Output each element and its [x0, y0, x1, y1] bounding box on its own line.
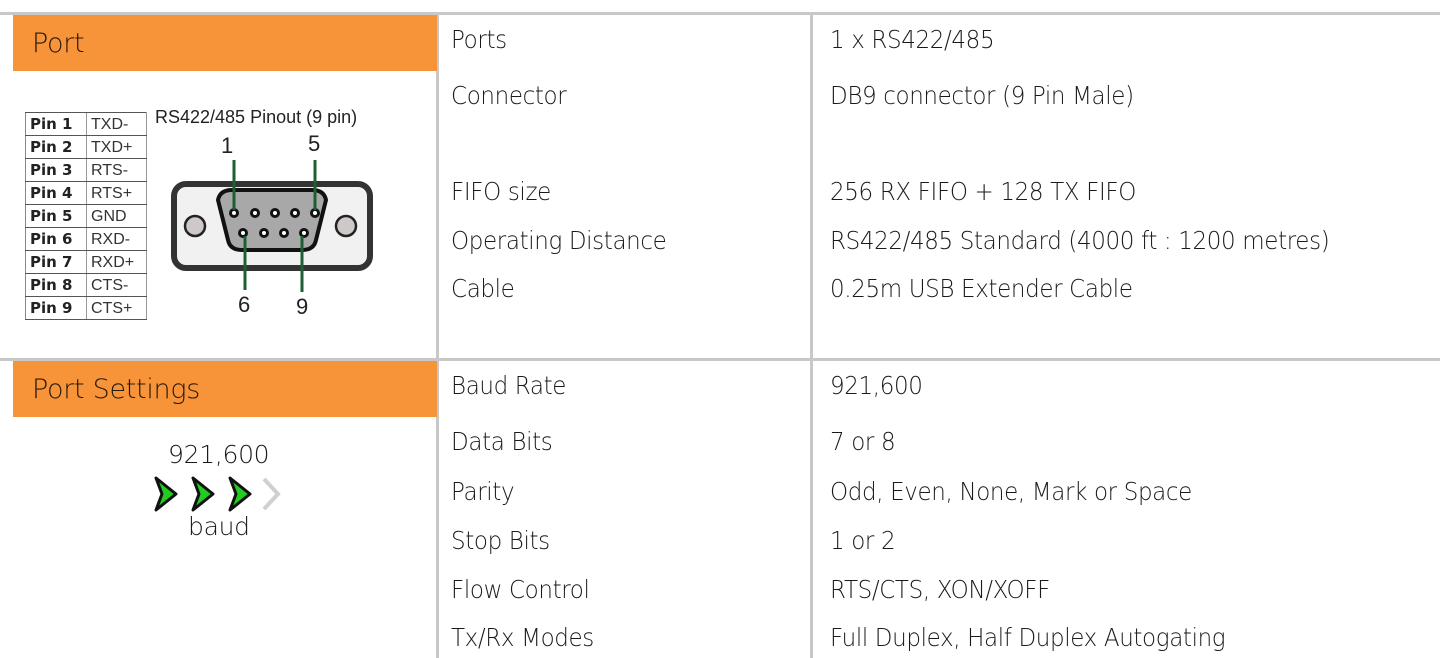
- pin-row: Pin 4 RTS+: [25, 181, 147, 205]
- spec-value: 921,600: [830, 371, 923, 400]
- spec-label: Tx/Rx Modes: [451, 623, 594, 652]
- pin-number: Pin 8: [25, 273, 87, 297]
- spec-value: 256 RX FIFO + 128 TX FIFO: [830, 177, 1136, 206]
- spec-label: Flow Control: [451, 575, 590, 604]
- chevron-active-icon: [154, 476, 178, 512]
- spec-label: Data Bits: [451, 427, 553, 456]
- pin-signal: CTS-: [86, 273, 147, 297]
- chevron-active-icon: [191, 476, 215, 512]
- pin-label-5: 5: [308, 131, 321, 156]
- pin-table: Pin 1 TXD- Pin 2 TXD+ Pin 3 RTS- Pin 4 RTS+ Pin …: [25, 112, 147, 320]
- chevron-active-icon: [228, 476, 252, 512]
- spec-value: 1 or 2: [830, 526, 896, 555]
- pin-signal: RXD-: [86, 227, 147, 251]
- spec-value: 1 x RS422/485: [830, 25, 995, 54]
- pin-row: Pin 6 RXD-: [25, 227, 147, 251]
- pin-number: Pin 3: [25, 158, 87, 182]
- pin-wire-extensions: [243, 270, 304, 292]
- section-header-port: Port: [13, 15, 437, 71]
- pin-row: Pin 5 GND: [25, 204, 147, 228]
- column-divider-right: [810, 12, 813, 658]
- pin-number: Pin 1: [25, 112, 87, 136]
- spec-label: Operating Distance: [451, 226, 667, 255]
- spec-value: DB9 connector (9 Pin Male): [830, 81, 1134, 110]
- pin-row: Pin 3 RTS-: [25, 158, 147, 182]
- spec-label: Stop Bits: [451, 526, 550, 555]
- pin-number: Pin 4: [25, 181, 87, 205]
- spec-value: Full Duplex, Half Duplex Autogating: [830, 623, 1226, 652]
- pin-row: Pin 1 TXD-: [25, 112, 147, 136]
- column-divider-left: [436, 12, 439, 658]
- spec-value: Odd, Even, None, Mark or Space: [830, 477, 1192, 506]
- pin-number: Pin 2: [25, 135, 87, 159]
- pin-signal: TXD+: [86, 135, 147, 159]
- spec-value: 7 or 8: [830, 427, 896, 456]
- spec-value: RS422/485 Standard (4000 ft : 1200 metre…: [830, 226, 1330, 255]
- spec-label: Ports: [451, 25, 507, 54]
- pin-row: Pin 8 CTS-: [25, 273, 147, 297]
- pin-label-1: 1: [221, 133, 234, 158]
- section-header-port-settings: Port Settings: [13, 361, 437, 417]
- pin-row: Pin 2 TXD+: [25, 135, 147, 159]
- pin-number: Pin 5: [25, 204, 87, 228]
- pin-number: Pin 6: [25, 227, 87, 251]
- pin-label-6: 6: [238, 292, 251, 317]
- pin-signal: GND: [86, 204, 147, 228]
- baud-unit: baud: [188, 512, 250, 541]
- pin-signal: RTS-: [86, 158, 147, 182]
- pin-label-9: 9: [296, 294, 309, 319]
- spec-label: Baud Rate: [451, 371, 567, 400]
- pin-number: Pin 9: [25, 296, 87, 320]
- db9-connector-icon: [171, 160, 373, 272]
- spec-value: 0.25m USB Extender Cable: [830, 274, 1133, 303]
- chevron-inactive-icon: [262, 477, 281, 511]
- spec-label: Cable: [451, 274, 515, 303]
- pin-signal: RXD+: [86, 250, 147, 274]
- speed-chevrons: [154, 476, 281, 512]
- spec-label: FIFO size: [451, 177, 551, 206]
- pin-signal: TXD-: [86, 112, 147, 136]
- baud-value: 921,600: [168, 440, 270, 469]
- spec-value: RTS/CTS, XON/XOFF: [830, 575, 1050, 604]
- spec-label: Parity: [451, 477, 515, 506]
- pin-number: Pin 7: [25, 250, 87, 274]
- pin-row: Pin 7 RXD+: [25, 250, 147, 274]
- spec-label: Connector: [451, 81, 567, 110]
- pin-row: Pin 9 CTS+: [25, 296, 147, 320]
- pin-signal: CTS+: [86, 296, 147, 320]
- pin-signal: RTS+: [86, 181, 147, 205]
- pinout-title: RS422/485 Pinout (9 pin): [155, 107, 358, 127]
